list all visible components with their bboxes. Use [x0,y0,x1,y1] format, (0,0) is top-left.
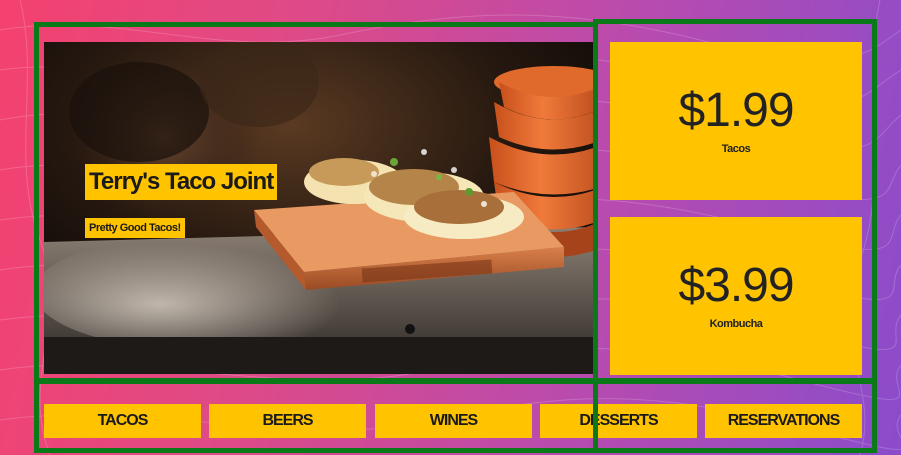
nav-outline-left [34,378,598,453]
nav-outline-right [593,378,877,453]
hero-outline [34,22,598,384]
prices-outline [593,19,877,384]
